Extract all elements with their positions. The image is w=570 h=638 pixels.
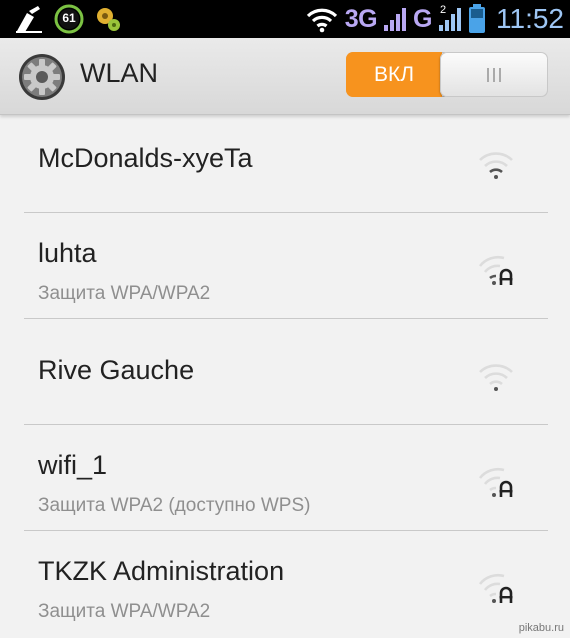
network-name: McDonalds-xyeTa (38, 143, 253, 173)
wifi-icon (305, 5, 339, 33)
status-bar-right: 3G G 2 11:52 (305, 2, 564, 36)
status-clock: 11:52 (496, 3, 564, 34)
battery-saver-value: 61 (62, 11, 76, 25)
wifi-signal-locked-icon (474, 463, 518, 499)
page-title: WLAN (80, 58, 159, 88)
wifi-signal-weak-icon (474, 357, 518, 393)
network-security: Защита WPA/WPA2 (38, 283, 211, 304)
battery-saver-icon: 61 (54, 4, 84, 34)
watermark: pikabu.ru (518, 622, 564, 634)
toggle-on-label: ВКЛ (346, 52, 442, 97)
wifi-signal-locked-icon (474, 569, 518, 605)
network-item[interactable]: Rive Gauche (0, 319, 570, 425)
action-bar: WLAN ВКЛ (0, 38, 570, 115)
puzzle-gear-icon (94, 5, 122, 33)
network-name: luhta (38, 238, 97, 268)
toggle-thumb[interactable] (440, 52, 548, 97)
network-security: Защита WPA2 (доступно WPS) (38, 495, 311, 516)
signal-icon (383, 6, 407, 32)
network-name: Rive Gauche (38, 355, 195, 385)
network-security: Защита WPA/WPA2 (38, 601, 211, 622)
sim2-label: 2 (440, 4, 447, 16)
network-list: McDonalds-xyeTa luhta Защита WPA/WPA2 Ri… (0, 107, 570, 637)
network-name: wifi_1 (38, 450, 108, 480)
network-type-g: G (413, 4, 432, 33)
signal-sim2-icon: 2 (438, 4, 462, 32)
wifi-signal-locked-icon (474, 251, 518, 287)
cleanup-broom-icon (14, 5, 44, 33)
network-item[interactable]: wifi_1 Защита WPA2 (доступно WPS) (0, 425, 570, 531)
network-type-3g: 3G (344, 4, 378, 33)
network-item[interactable]: McDonalds-xyeTa (0, 107, 570, 213)
network-item[interactable]: TKZK Administration Защита WPA/WPA2 (0, 531, 570, 637)
battery-icon (468, 4, 486, 34)
wifi-signal-weak-icon (474, 145, 518, 181)
status-bar-left: 61 (14, 3, 122, 35)
wlan-toggle[interactable]: ВКЛ (346, 52, 548, 97)
settings-gear-icon[interactable] (18, 53, 66, 101)
network-item[interactable]: luhta Защита WPA/WPA2 (0, 213, 570, 319)
status-bar: 61 3G G 2 11:52 (0, 0, 570, 38)
network-name: TKZK Administration (38, 556, 285, 586)
